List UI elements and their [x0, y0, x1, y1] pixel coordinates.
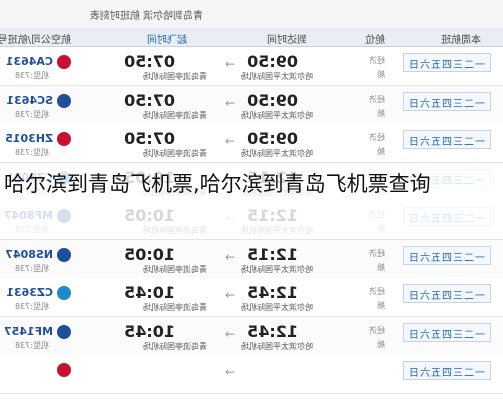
weekdays: 一二三四五六日 — [408, 252, 485, 264]
departure-time: 07:50 — [124, 52, 175, 71]
cabin-class: 经济 — [369, 94, 385, 104]
weekdays: 一二三四五六日 — [408, 291, 485, 302]
table-row[interactable]: → 一二三四五六日 — [0, 355, 503, 394]
overlay-title: 哈尔滨到青岛飞机票,哈尔滨到青岛飞机票查询 — [4, 172, 431, 196]
arrival-time: 09:50 — [247, 90, 298, 110]
header-departure[interactable]: 起飞时间 — [147, 31, 187, 46]
cabin-class: 经济 — [369, 56, 385, 65]
aircraft-model: 机型:738 — [15, 263, 49, 273]
departure-time: 10:05 — [124, 244, 175, 264]
departure-airport: 青岛流亭国际机场 — [143, 341, 207, 351]
table-row[interactable]: SC4631 机型:738 07:50 青岛流亭国际机场 → 09:50 哈尔滨太平国际机场… — [0, 85, 503, 125]
airline-logo-icon — [57, 286, 71, 300]
cabin-class-suffix: 舱 — [377, 147, 385, 156]
arrival-time: 12:45 — [247, 283, 298, 302]
cabin-class: 经济 — [369, 248, 385, 258]
aircraft-model: 机型:738 — [15, 148, 49, 157]
cabin-class-suffix: 舱 — [377, 262, 385, 272]
arrow-right-icon: → — [224, 249, 235, 264]
aircraft-model: 机型:738 — [15, 302, 49, 311]
weekdays: 一二三四五六日 — [408, 60, 485, 71]
header-cabin: 舱位 — [365, 35, 385, 46]
arrow-right-icon: → — [224, 57, 235, 71]
airline-logo-icon — [57, 247, 71, 262]
arrival-time: 09:50 — [247, 129, 298, 148]
arrival-time: 12:15 — [247, 244, 298, 264]
aircraft-model: 机型:738 — [15, 340, 49, 350]
route-label: 青岛到哈尔滨 航班时刻表 — [89, 11, 203, 22]
table-row[interactable]: CZ3631 机型:738 10:45 青岛流亭国际机场 → 12:45 哈尔滨太平国际机场… — [0, 278, 503, 317]
airline-logo-icon — [57, 132, 71, 146]
departure-airport: 青岛流亭国际机场 — [143, 303, 207, 312]
airline-logo-icon — [57, 324, 71, 339]
weekdays: 一二三四五六日 — [408, 137, 485, 148]
arrow-right-icon: → — [224, 326, 235, 341]
flight-number[interactable]: SC4631 — [6, 94, 53, 107]
flight-number[interactable]: CZ3631 — [6, 286, 53, 299]
aircraft-model: 机型:738 — [15, 109, 49, 119]
cabin-class: 经济 — [369, 325, 385, 335]
header-airline[interactable]: 航空公司/航班号 — [0, 31, 71, 46]
airline-logo-icon — [57, 93, 71, 108]
weekdays: 一二三四五六日 — [408, 98, 485, 110]
table-row[interactable]: CA4631 机型:738 07:50 青岛流亭国际机场 → 09:50 哈尔滨太平国际机场… — [0, 47, 503, 86]
cabin-class-suffix: 舱 — [377, 301, 385, 310]
departure-time: 10:45 — [124, 283, 175, 302]
departure-airport: 青岛流亭国际机场 — [143, 149, 207, 158]
cabin-class: 经济 — [369, 133, 385, 142]
arrival-airport: 哈尔滨太平国际机场 — [241, 303, 313, 312]
departure-airport: 青岛流亭国际机场 — [143, 110, 207, 120]
flight-number[interactable]: CA4631 — [6, 55, 53, 68]
flight-number[interactable]: ZH3015 — [5, 132, 53, 145]
table-row[interactable]: MF1457 机型:738 10:45 青岛流亭国际机场 → 12:45 哈尔滨太平国际机场… — [0, 316, 503, 356]
header-weekly: 本周航班 — [441, 35, 481, 46]
cabin-class-suffix: 舱 — [377, 108, 385, 118]
arrival-airport: 哈尔滨太平国际机场 — [241, 110, 313, 120]
route-strip: 青岛到哈尔滨 航班时刻表 — [0, 0, 503, 29]
flight-number[interactable]: MF1457 — [4, 325, 53, 338]
departure-time: 07:50 — [124, 129, 175, 148]
arrival-airport: 哈尔滨太平国际机场 — [241, 264, 313, 274]
arrow-right-icon: → — [224, 134, 235, 148]
table-row[interactable]: NS8047 机型:738 10:05 青岛流亭国际机场 → 12:15 哈尔滨太平国际机场… — [0, 239, 503, 279]
airline-logo-icon — [57, 55, 71, 69]
weekdays: 一二三四五六日 — [408, 368, 485, 379]
cabin-class-suffix: 舱 — [377, 339, 385, 349]
arrow-right-icon: → — [224, 288, 235, 302]
airline-logo-icon — [57, 363, 71, 377]
cabin-class-suffix: 舱 — [377, 70, 385, 79]
departure-airport: 青岛流亭国际机场 — [143, 264, 207, 274]
flight-number[interactable]: NS8047 — [5, 248, 53, 261]
arrival-time: 09:50 — [247, 52, 298, 71]
arrival-airport: 哈尔滨太平国际机场 — [241, 149, 313, 158]
table-header: 航空公司/航班号 起飞时间 到达时间 舱位 本周航班 — [0, 28, 503, 47]
weekdays: 一二三四五六日 — [408, 329, 485, 341]
arrow-right-icon: → — [224, 365, 235, 379]
departure-airport: 青岛流亭国际机场 — [143, 72, 207, 81]
table-row[interactable]: ZH3015 机型:738 07:50 青岛流亭国际机场 → 09:50 哈尔滨太平国际机场… — [0, 124, 503, 163]
arrow-right-icon: → — [224, 95, 235, 110]
arrival-airport: 哈尔滨太平国际机场 — [241, 72, 313, 81]
departure-time: 07:50 — [124, 90, 175, 110]
cabin-class: 经济 — [369, 287, 385, 296]
aircraft-model: 机型:738 — [15, 71, 49, 80]
departure-time: 10:45 — [124, 321, 175, 341]
arrival-time: 12:45 — [247, 321, 298, 341]
arrival-airport: 哈尔滨太平国际机场 — [241, 341, 313, 351]
header-arrival[interactable]: 到达时间 — [267, 31, 307, 46]
